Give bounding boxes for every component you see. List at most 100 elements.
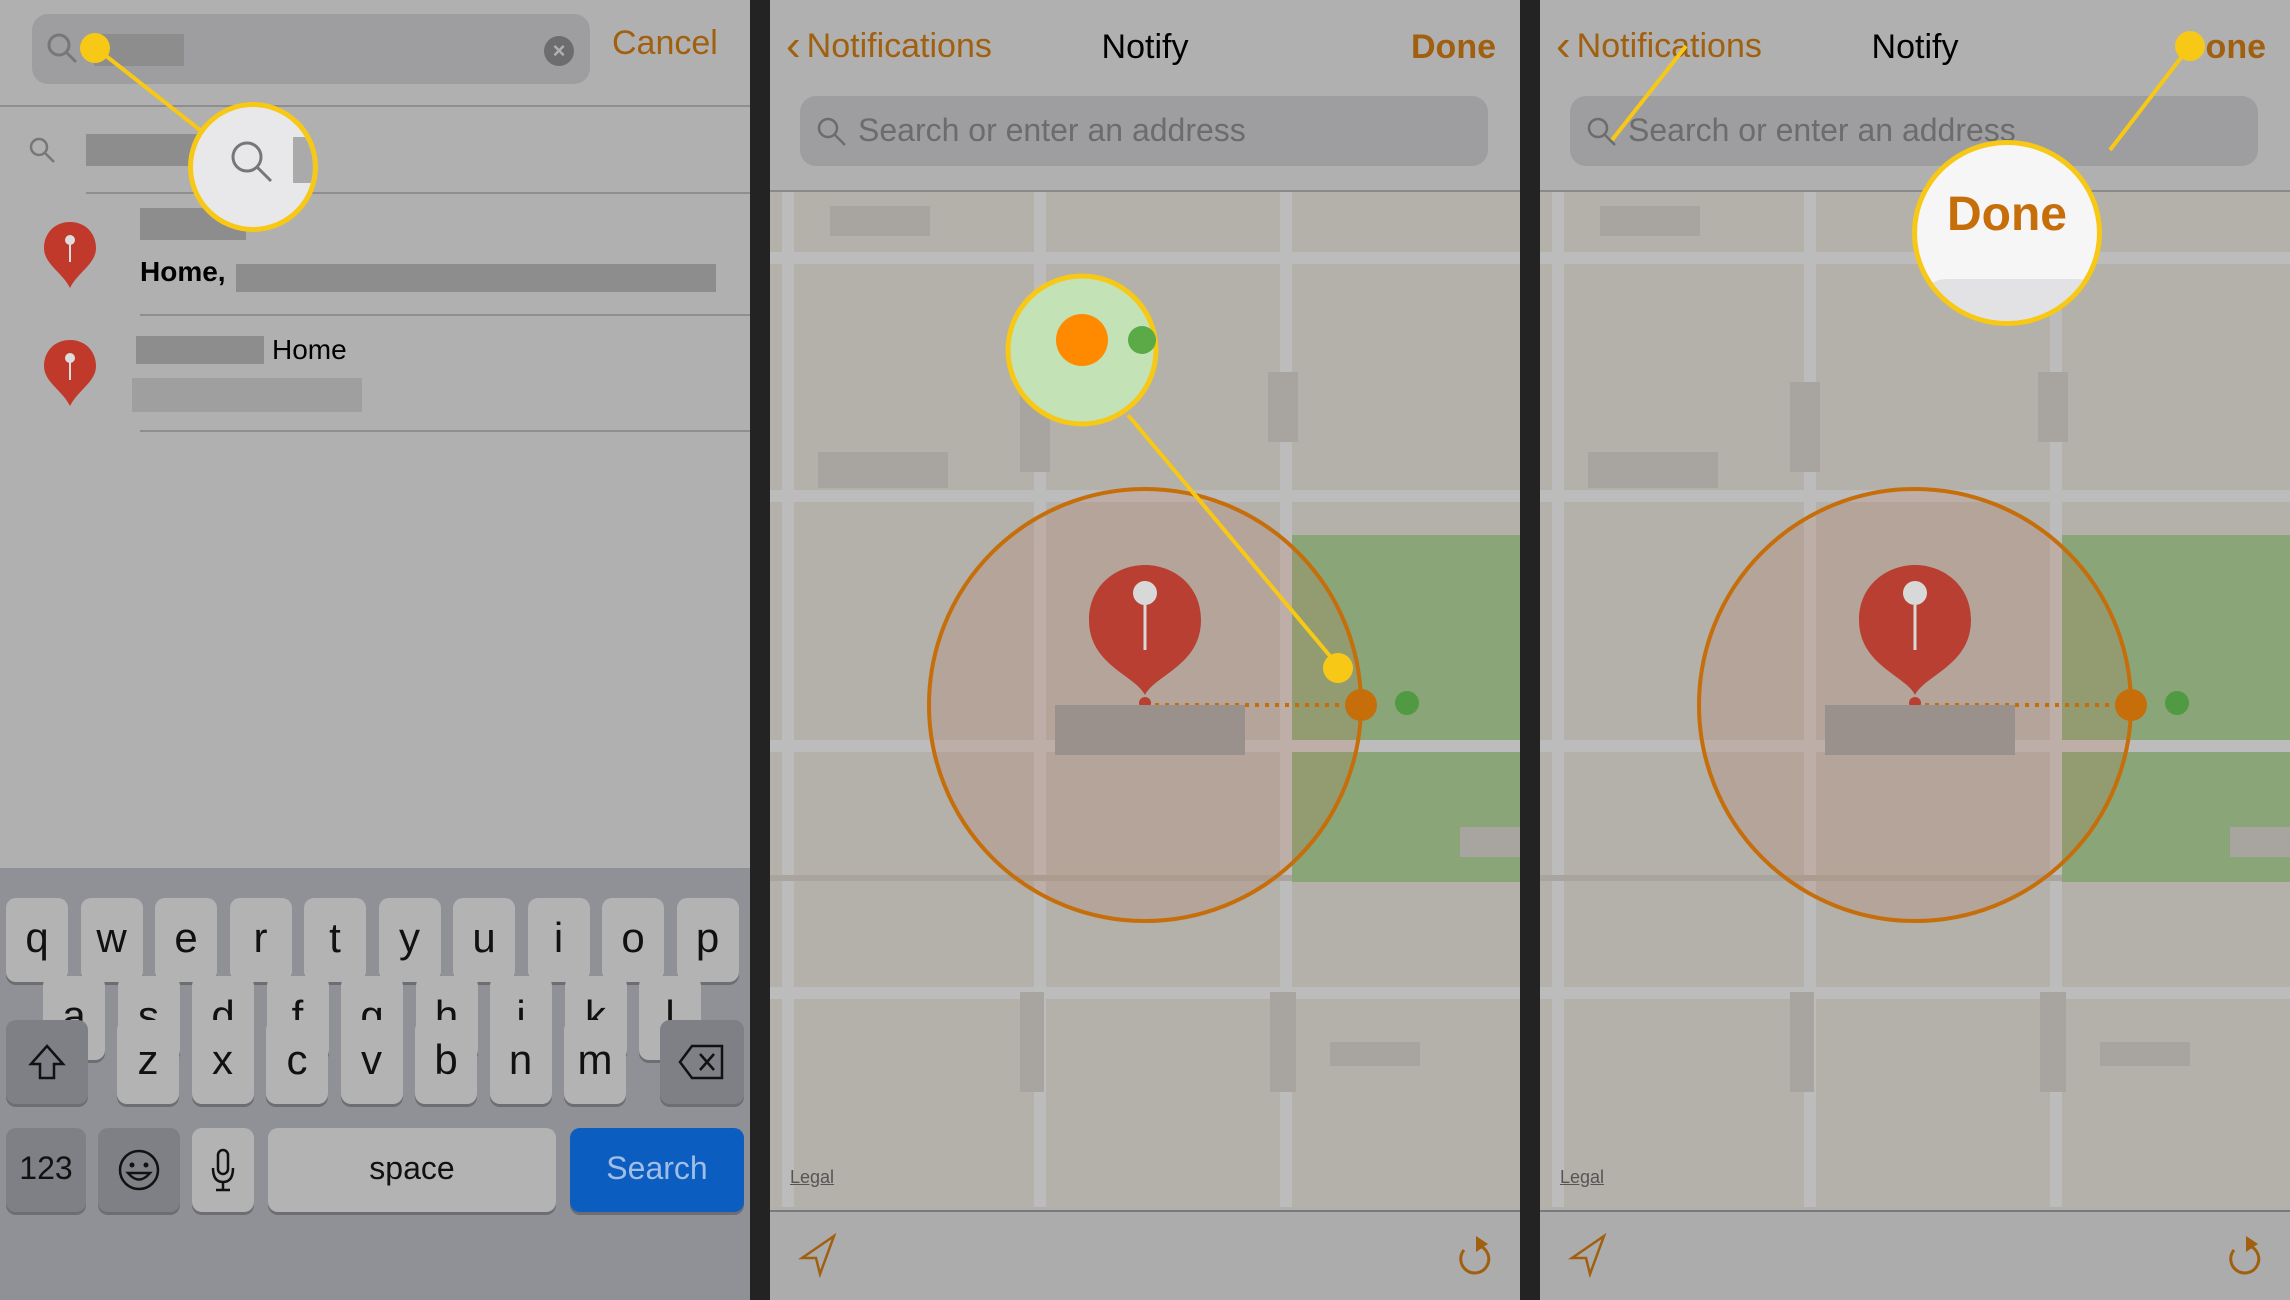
address-search-field[interactable]: Search or enter an address xyxy=(1570,96,2258,166)
street xyxy=(1552,192,1564,1207)
microphone-key[interactable] xyxy=(192,1128,254,1212)
redacted-map-label xyxy=(2100,1042,2190,1066)
redacted-map-label xyxy=(1790,382,1820,472)
park-area xyxy=(1292,535,1520,882)
key-c[interactable]: c xyxy=(266,1020,328,1104)
park-area xyxy=(2062,535,2290,882)
redacted-map-label xyxy=(1020,992,1044,1092)
address-placeholder: Search or enter an address xyxy=(858,112,1246,148)
legal-link[interactable]: Legal xyxy=(790,1167,834,1188)
emoji-icon xyxy=(118,1149,160,1191)
street xyxy=(1540,987,2290,999)
redacted-map-label xyxy=(2040,992,2066,1092)
key-q[interactable]: q xyxy=(6,898,68,982)
result-title: Home xyxy=(272,334,347,365)
map-background xyxy=(1540,192,2290,1207)
redacted-map-label xyxy=(1588,452,1718,488)
page-title: Notify xyxy=(1871,28,1959,66)
key-r[interactable]: r xyxy=(229,898,292,982)
key-b[interactable]: b xyxy=(415,1020,477,1104)
delete-icon xyxy=(678,1044,724,1080)
redacted-map-label xyxy=(1270,992,1296,1092)
page-title: Notify xyxy=(1101,28,1189,66)
key-n[interactable]: n xyxy=(489,1020,552,1104)
key-z[interactable]: z xyxy=(117,1020,179,1104)
done-button[interactable]: Done xyxy=(2181,28,2266,67)
refresh-icon[interactable] xyxy=(1454,1232,1494,1278)
key-p[interactable]: p xyxy=(676,898,739,982)
done-button[interactable]: Done xyxy=(1411,28,1496,67)
map-streets xyxy=(770,192,1520,1207)
street xyxy=(770,987,1520,999)
street xyxy=(1540,490,2290,502)
shift-icon xyxy=(28,1044,66,1080)
redacted-map-label xyxy=(1790,992,1814,1092)
callout-done-label: Done xyxy=(1947,188,2067,241)
redacted-text xyxy=(293,137,313,183)
key-o[interactable]: o xyxy=(602,898,664,982)
key-m[interactable]: m xyxy=(564,1020,626,1104)
location-pin-icon xyxy=(44,340,96,406)
street xyxy=(770,740,1520,752)
legal-link[interactable]: Legal xyxy=(1560,1167,1604,1188)
map-view[interactable]: Legal xyxy=(1540,192,2290,1207)
current-location-icon[interactable] xyxy=(798,1232,838,1278)
search-icon xyxy=(231,141,273,183)
done-callout: Done xyxy=(1912,140,2102,326)
shift-key[interactable] xyxy=(6,1020,88,1104)
space-key[interactable]: space xyxy=(268,1128,556,1212)
key-u[interactable]: u xyxy=(453,898,515,982)
street xyxy=(1540,740,2290,752)
key-i[interactable]: i xyxy=(527,898,590,982)
search-suggestion[interactable] xyxy=(0,108,750,194)
map-view[interactable]: Legal xyxy=(770,192,1520,1207)
redacted-map-label xyxy=(1020,382,1050,472)
clear-icon[interactable]: × xyxy=(544,36,574,66)
divider xyxy=(0,105,750,107)
key-v[interactable]: v xyxy=(340,1020,403,1104)
street xyxy=(1540,875,2062,881)
redacted-map-label xyxy=(2038,372,2068,442)
address-search-field[interactable]: Search or enter an address xyxy=(800,96,1488,166)
search-icon xyxy=(817,117,846,146)
result-subtitle: Home, xyxy=(140,256,226,287)
key-w[interactable]: w xyxy=(80,898,143,982)
search-panel: × Cancel Home, Home qwertyuiopasdfghjklz… xyxy=(0,0,750,1300)
nav-bar: ‹ Notifications Notify Done Search or ent… xyxy=(770,0,1520,192)
search-result-2[interactable]: Home xyxy=(0,316,750,430)
street xyxy=(770,875,1292,881)
location-pin-icon xyxy=(44,222,96,288)
street xyxy=(1804,192,1816,1207)
redacted-address xyxy=(236,264,716,292)
keyboard: qwertyuiopasdfghjklzxcvbnm 123 space Sea… xyxy=(0,868,750,1300)
street xyxy=(2050,192,2062,1207)
divider xyxy=(140,430,750,432)
search-result-1[interactable]: Home, xyxy=(0,194,750,314)
search-field[interactable]: × xyxy=(32,14,590,84)
callout-search-field-edge xyxy=(1917,279,2097,321)
magnifier-callout xyxy=(188,102,318,232)
nav-bar: ‹ Notifications Notify Done Search or ent… xyxy=(1540,0,2290,192)
refresh-icon[interactable] xyxy=(2224,1232,2264,1278)
redacted-map-label xyxy=(2230,827,2290,857)
current-location-icon[interactable] xyxy=(1568,1232,1608,1278)
microphone-icon xyxy=(211,1148,235,1192)
key-t[interactable]: t xyxy=(304,898,366,982)
bottom-toolbar xyxy=(1540,1210,2290,1300)
map-streets xyxy=(1540,192,2290,1207)
numbers-key[interactable]: 123 xyxy=(6,1128,86,1212)
cancel-button[interactable]: Cancel xyxy=(612,24,718,63)
redacted-address xyxy=(132,378,362,412)
delete-key[interactable] xyxy=(660,1020,744,1104)
map-background xyxy=(770,192,1520,1207)
street xyxy=(770,490,1520,502)
search-key[interactable]: Search xyxy=(570,1128,744,1212)
street xyxy=(1280,192,1292,1207)
callout-dot xyxy=(80,33,110,63)
key-y[interactable]: y xyxy=(378,898,441,982)
key-x[interactable]: x xyxy=(191,1020,254,1104)
key-e[interactable]: e xyxy=(155,898,217,982)
redacted-map-label xyxy=(818,452,948,488)
emoji-key[interactable] xyxy=(98,1128,180,1212)
search-icon xyxy=(1587,117,1616,146)
